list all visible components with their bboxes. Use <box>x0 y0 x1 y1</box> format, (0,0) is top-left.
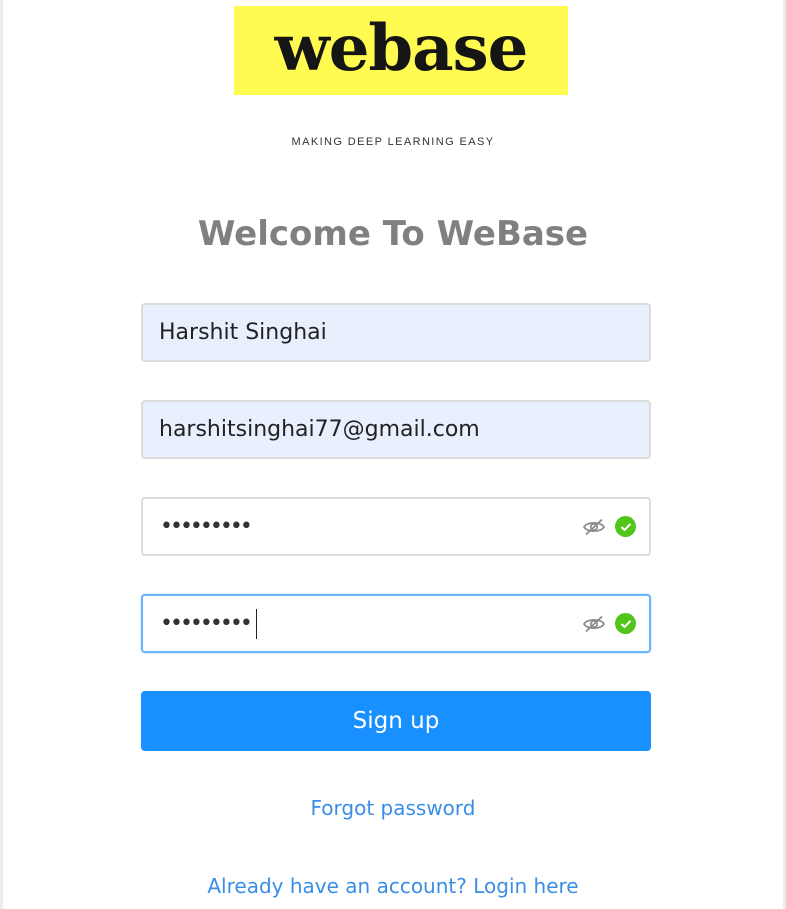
password-mask: ••••••••• <box>160 514 253 539</box>
page-title: Welcome To WeBase <box>197 214 589 254</box>
text-caret <box>255 608 258 639</box>
check-circle-icon <box>615 613 636 634</box>
webase-logo: webase <box>234 6 568 95</box>
email-field-wrapper <box>141 400 651 459</box>
confirm-password-field[interactable]: ••••••••• <box>141 594 651 653</box>
login-link[interactable]: Already have an account? Login here <box>3 874 783 898</box>
eye-hidden-icon[interactable] <box>583 518 605 536</box>
password-field[interactable]: ••••••••• <box>141 497 651 556</box>
forgot-password-link[interactable]: Forgot password <box>3 796 783 820</box>
sign-up-button[interactable]: Sign up <box>141 691 651 751</box>
confirm-password-mask: ••••••••• <box>160 611 253 636</box>
name-input[interactable] <box>143 305 649 360</box>
check-circle-icon <box>615 516 636 537</box>
logo-text: webase <box>274 10 529 86</box>
confirm-password-mask-wrapper: ••••••••• <box>160 596 258 651</box>
signup-page: webase MAKING DEEP LEARNING EASY Welcome… <box>0 0 786 909</box>
email-input[interactable] <box>143 402 649 457</box>
eye-hidden-icon[interactable] <box>583 615 605 633</box>
name-field-wrapper <box>141 303 651 362</box>
password-icons <box>583 499 636 554</box>
tagline: MAKING DEEP LEARNING EASY <box>291 136 495 148</box>
confirm-password-icons <box>583 596 636 651</box>
